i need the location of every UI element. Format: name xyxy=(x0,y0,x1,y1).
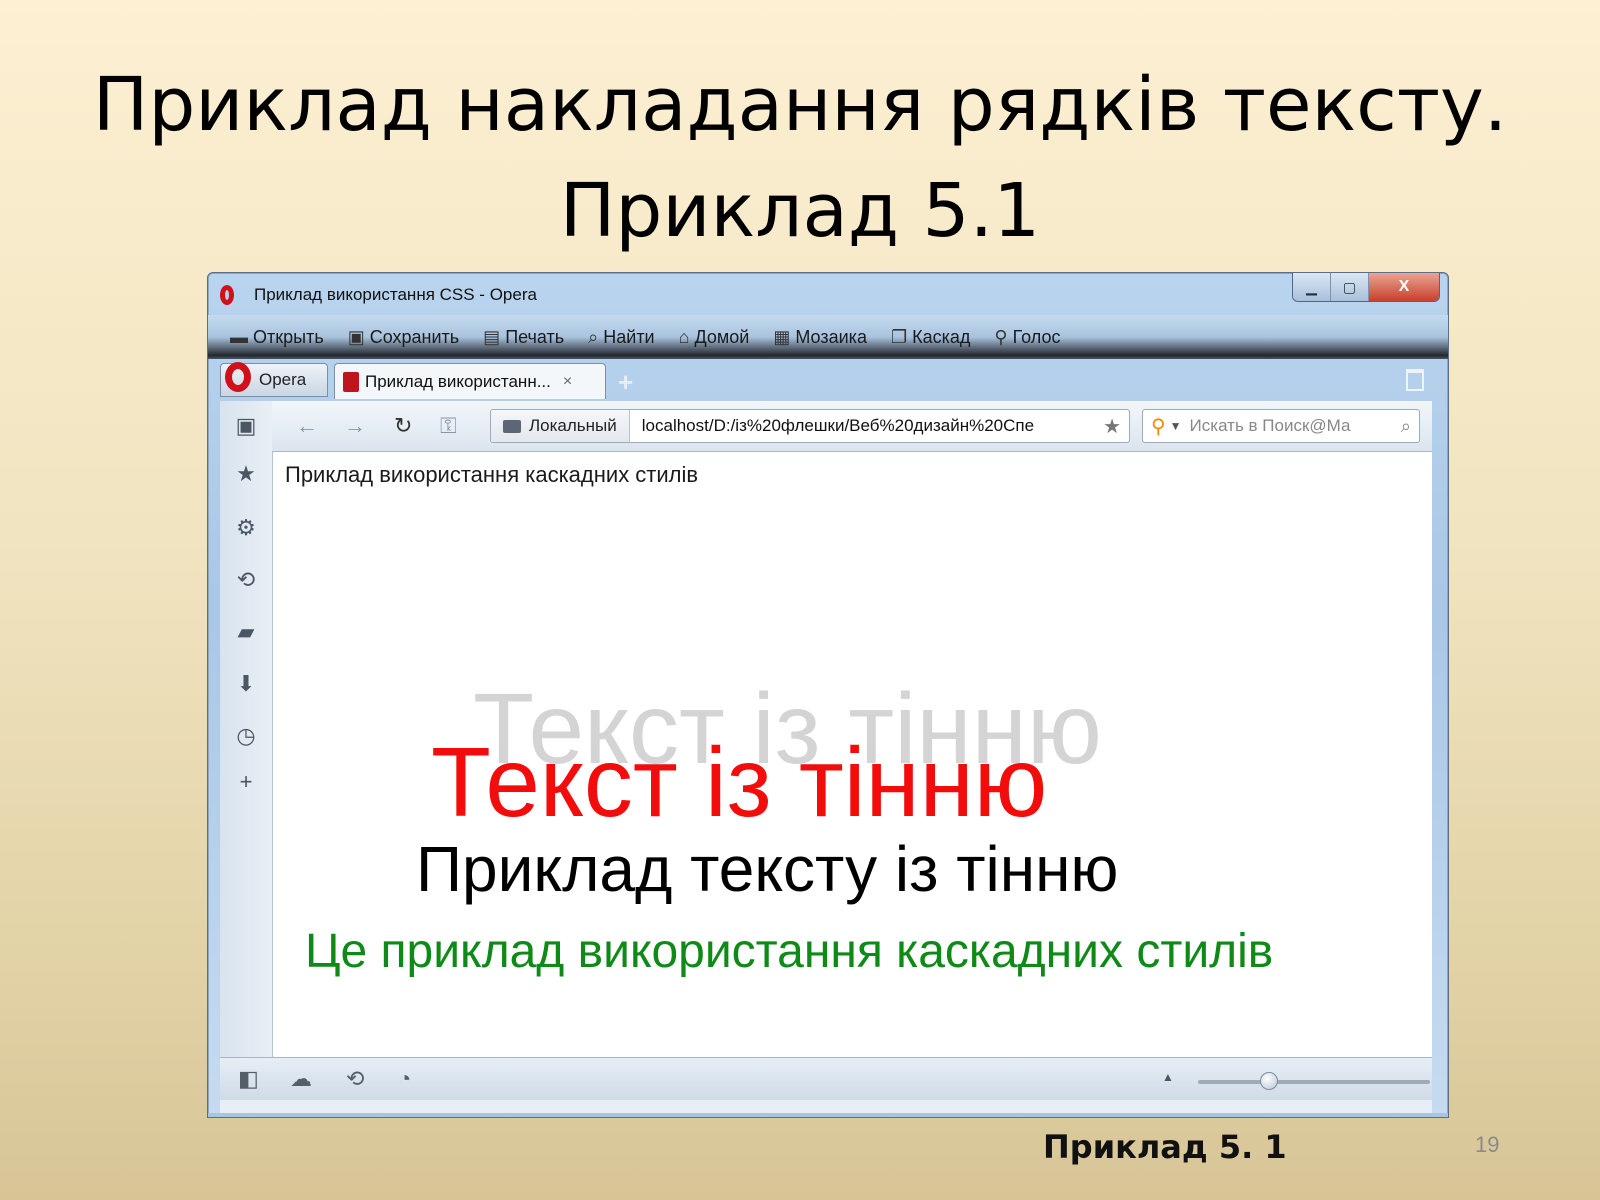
slide-page-number: 19 xyxy=(1475,1132,1500,1157)
tab-close-icon[interactable]: × xyxy=(563,373,572,391)
minimize-button[interactable]: ▁ xyxy=(1293,273,1331,301)
toolbar-save-button[interactable]: ▣ Сохранить xyxy=(348,327,459,348)
toolbar-find-label: Найти xyxy=(603,326,655,347)
title-bar: Приклад використання CSS - Opera ▁ ▢ X xyxy=(208,273,1448,315)
toolbar-print-button[interactable]: ▤ Печать xyxy=(483,327,564,348)
slide-title-line-2: Приклад 5.1 xyxy=(559,168,1041,254)
favicon-icon xyxy=(343,371,359,392)
history-icon[interactable]: ◷ xyxy=(234,723,258,749)
toolbar: ▬ Открыть ▣ Сохранить ▤ Печать ⌕ Найти ⌂ Домо… xyxy=(208,315,1448,359)
slide-title: Приклад накладання рядків тексту. Прикла… xyxy=(0,52,1600,264)
bookmark-star-icon[interactable]: ★ xyxy=(1095,414,1129,439)
toolbar-home-button[interactable]: ⌂ Домой xyxy=(679,327,750,348)
forward-icon[interactable]: → xyxy=(344,413,366,439)
zoom-menu-icon[interactable]: ▲ xyxy=(1162,1070,1174,1084)
toolbar-tile-label: Мозаика xyxy=(795,326,867,347)
toolbar-home-label: Домой xyxy=(694,326,750,347)
save-icon: ▣ xyxy=(347,326,365,347)
search-field[interactable]: ⚲ ▼ Искать в Поиск@Ма ⌕ xyxy=(1142,409,1420,443)
toolbar-print-label: Печать xyxy=(505,326,565,347)
tab-opera-menu[interactable]: Opera xyxy=(220,362,328,397)
toolbar-save-label: Сохранить xyxy=(369,326,460,347)
tab-opera-label: Opera xyxy=(259,370,307,389)
status-bar: ◧ ☁ ⟲ ◔ ▲ xyxy=(220,1057,1432,1100)
window-title: Приклад використання CSS - Opera xyxy=(254,285,537,304)
zoom-slider-handle[interactable] xyxy=(1259,1072,1278,1090)
window-bottom-border xyxy=(208,1113,1448,1117)
security-label: Локальный xyxy=(529,416,617,435)
address-bar[interactable]: Локальный localhost/D:/із%20флешки/Веб%2… xyxy=(490,409,1130,443)
close-button[interactable]: X xyxy=(1369,273,1439,301)
toolbar-voice-label: Голос xyxy=(1012,326,1061,347)
security-badge[interactable]: Локальный xyxy=(491,410,630,442)
url-input[interactable]: localhost/D:/із%20флешки/Веб%20дизайн%20… xyxy=(630,416,1095,436)
notes-icon[interactable]: ▰ xyxy=(234,619,258,645)
red-text: Текст із тінню xyxy=(431,727,1048,837)
monitor-icon xyxy=(503,419,521,433)
back-icon[interactable]: ← xyxy=(296,413,318,439)
search-engine-icon[interactable]: ⚲ xyxy=(1143,414,1170,439)
chevron-down-icon[interactable]: ▼ xyxy=(1170,419,1190,433)
black-text: Приклад тексту із тінню xyxy=(416,833,1119,905)
panel-toggle-icon[interactable]: ◧ xyxy=(238,1066,259,1092)
turbo-icon[interactable]: ◔ xyxy=(398,1066,411,1092)
home-icon: ⌂ xyxy=(678,326,690,347)
content-frame: ▣ ★ ⚙ ⟲ ▰ ⬇ ◷ + ← → ↻ ⚿ Локальный localh… xyxy=(220,401,1432,1113)
search-input[interactable]: Искать в Поиск@Ма xyxy=(1190,416,1393,436)
unite-icon[interactable]: ⟲ xyxy=(234,567,258,593)
window-controls: ▁ ▢ X xyxy=(1292,273,1440,302)
cloud-icon[interactable]: ☁ xyxy=(290,1066,312,1092)
tab-bar: Opera Приклад використанн... × + xyxy=(208,359,1448,401)
toolbar-voice-button[interactable]: ⚲ Голос xyxy=(994,327,1060,348)
toolbar-open-button[interactable]: ▬ Открыть xyxy=(230,327,324,348)
side-panel: ▣ ★ ⚙ ⟲ ▰ ⬇ ◷ + xyxy=(220,401,273,1057)
new-tab-button[interactable]: + xyxy=(618,367,633,398)
tab-active-label: Приклад використанн... xyxy=(365,371,551,391)
add-panel-icon[interactable]: + xyxy=(234,769,258,795)
print-icon: ▤ xyxy=(483,326,501,347)
opera-menu-icon xyxy=(225,362,251,392)
toolbar-open-label: Открыть xyxy=(253,326,324,347)
downloads-icon[interactable]: ⬇ xyxy=(234,671,258,697)
slide-caption: Приклад 5. 1 xyxy=(1043,1128,1287,1166)
browser-window: Приклад використання CSS - Opera ▁ ▢ X ▬… xyxy=(207,272,1449,1118)
toolbar-cascade-button[interactable]: ❐ Каскад xyxy=(891,327,970,348)
tile-icon: ▦ xyxy=(773,326,791,347)
toolbar-find-button[interactable]: ⌕ Найти xyxy=(588,327,654,348)
find-icon: ⌕ xyxy=(588,326,599,347)
web-page: Приклад використання каскадних стилів Те… xyxy=(273,452,1432,1057)
search-icon[interactable]: ⌕ xyxy=(1393,416,1419,437)
slide-title-line-1: Приклад накладання рядків тексту. xyxy=(92,62,1508,148)
toolbar-tile-button[interactable]: ▦ Мозаика xyxy=(773,327,867,348)
star-icon[interactable]: ★ xyxy=(234,461,258,487)
maximize-button[interactable]: ▢ xyxy=(1331,273,1369,301)
bookmarks-panel-icon[interactable]: ▣ xyxy=(234,413,258,439)
gear-icon[interactable]: ⚙ xyxy=(234,515,258,541)
page-heading: Приклад використання каскадних стилів xyxy=(285,462,699,487)
opera-logo-icon xyxy=(220,285,234,305)
key-icon[interactable]: ⚿ xyxy=(440,413,457,439)
trash-icon[interactable] xyxy=(1406,369,1424,391)
green-text: Це приклад використання каскадних стилів xyxy=(305,925,1274,978)
cascade-icon: ❐ xyxy=(890,326,908,347)
unite-status-icon[interactable]: ⟲ xyxy=(346,1066,364,1092)
zoom-slider[interactable] xyxy=(1198,1072,1430,1090)
toolbar-cascade-label: Каскад xyxy=(912,326,971,347)
tab-active[interactable]: Приклад використанн... × xyxy=(334,363,606,399)
navigation-bar: ← → ↻ ⚿ Локальный localhost/D:/із%20флеш… xyxy=(272,401,1432,452)
microphone-icon: ⚲ xyxy=(994,326,1008,347)
folder-icon: ▬ xyxy=(230,326,248,347)
reload-icon[interactable]: ↻ xyxy=(394,413,412,439)
